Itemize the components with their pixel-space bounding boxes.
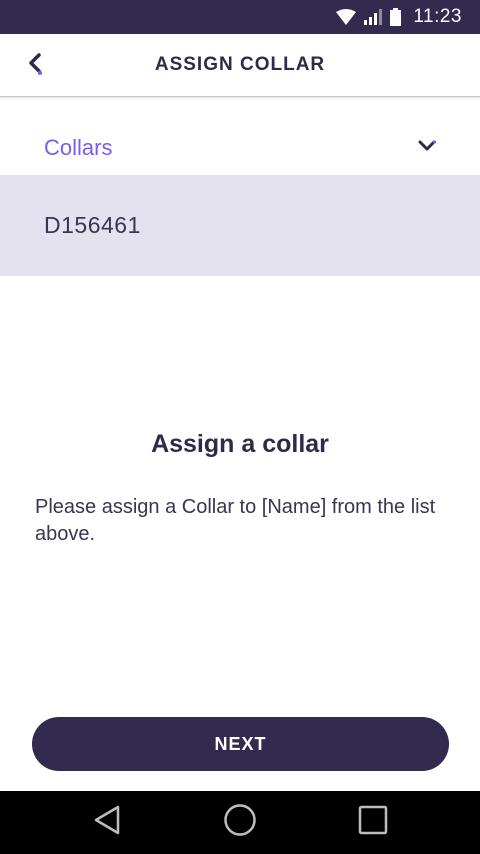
status-bar: 11:23 — [0, 0, 480, 34]
collars-dropdown[interactable]: Collars — [0, 120, 480, 175]
app-bar: ASSIGN COLLAR — [0, 34, 480, 97]
cell-signal-icon — [364, 9, 383, 25]
dropdown-label: Collars — [44, 134, 113, 160]
back-button[interactable] — [18, 48, 52, 84]
recents-square-icon — [358, 805, 388, 840]
nav-home-button[interactable] — [210, 798, 270, 848]
battery-icon — [390, 8, 402, 26]
dropdown-item-collar[interactable]: D156461 — [0, 175, 480, 276]
next-button-label: NEXT — [214, 733, 267, 754]
collar-id: D156461 — [44, 212, 141, 238]
back-triangle-icon — [92, 804, 122, 841]
status-time: 11:23 — [413, 6, 462, 27]
empty-state-message: Please assign a Collar to [Name] from th… — [35, 496, 436, 545]
page-title: ASSIGN COLLAR — [154, 54, 326, 75]
next-button[interactable]: NEXT — [32, 717, 449, 771]
nav-recents-button[interactable] — [343, 798, 403, 848]
chevron-down-icon — [418, 139, 437, 157]
system-nav-bar — [0, 791, 480, 854]
nav-back-button[interactable] — [77, 798, 137, 848]
home-circle-icon — [223, 803, 257, 842]
empty-state-title: Assign a collar — [151, 430, 329, 458]
back-chevron-icon — [26, 52, 44, 81]
wifi-icon — [336, 9, 357, 25]
